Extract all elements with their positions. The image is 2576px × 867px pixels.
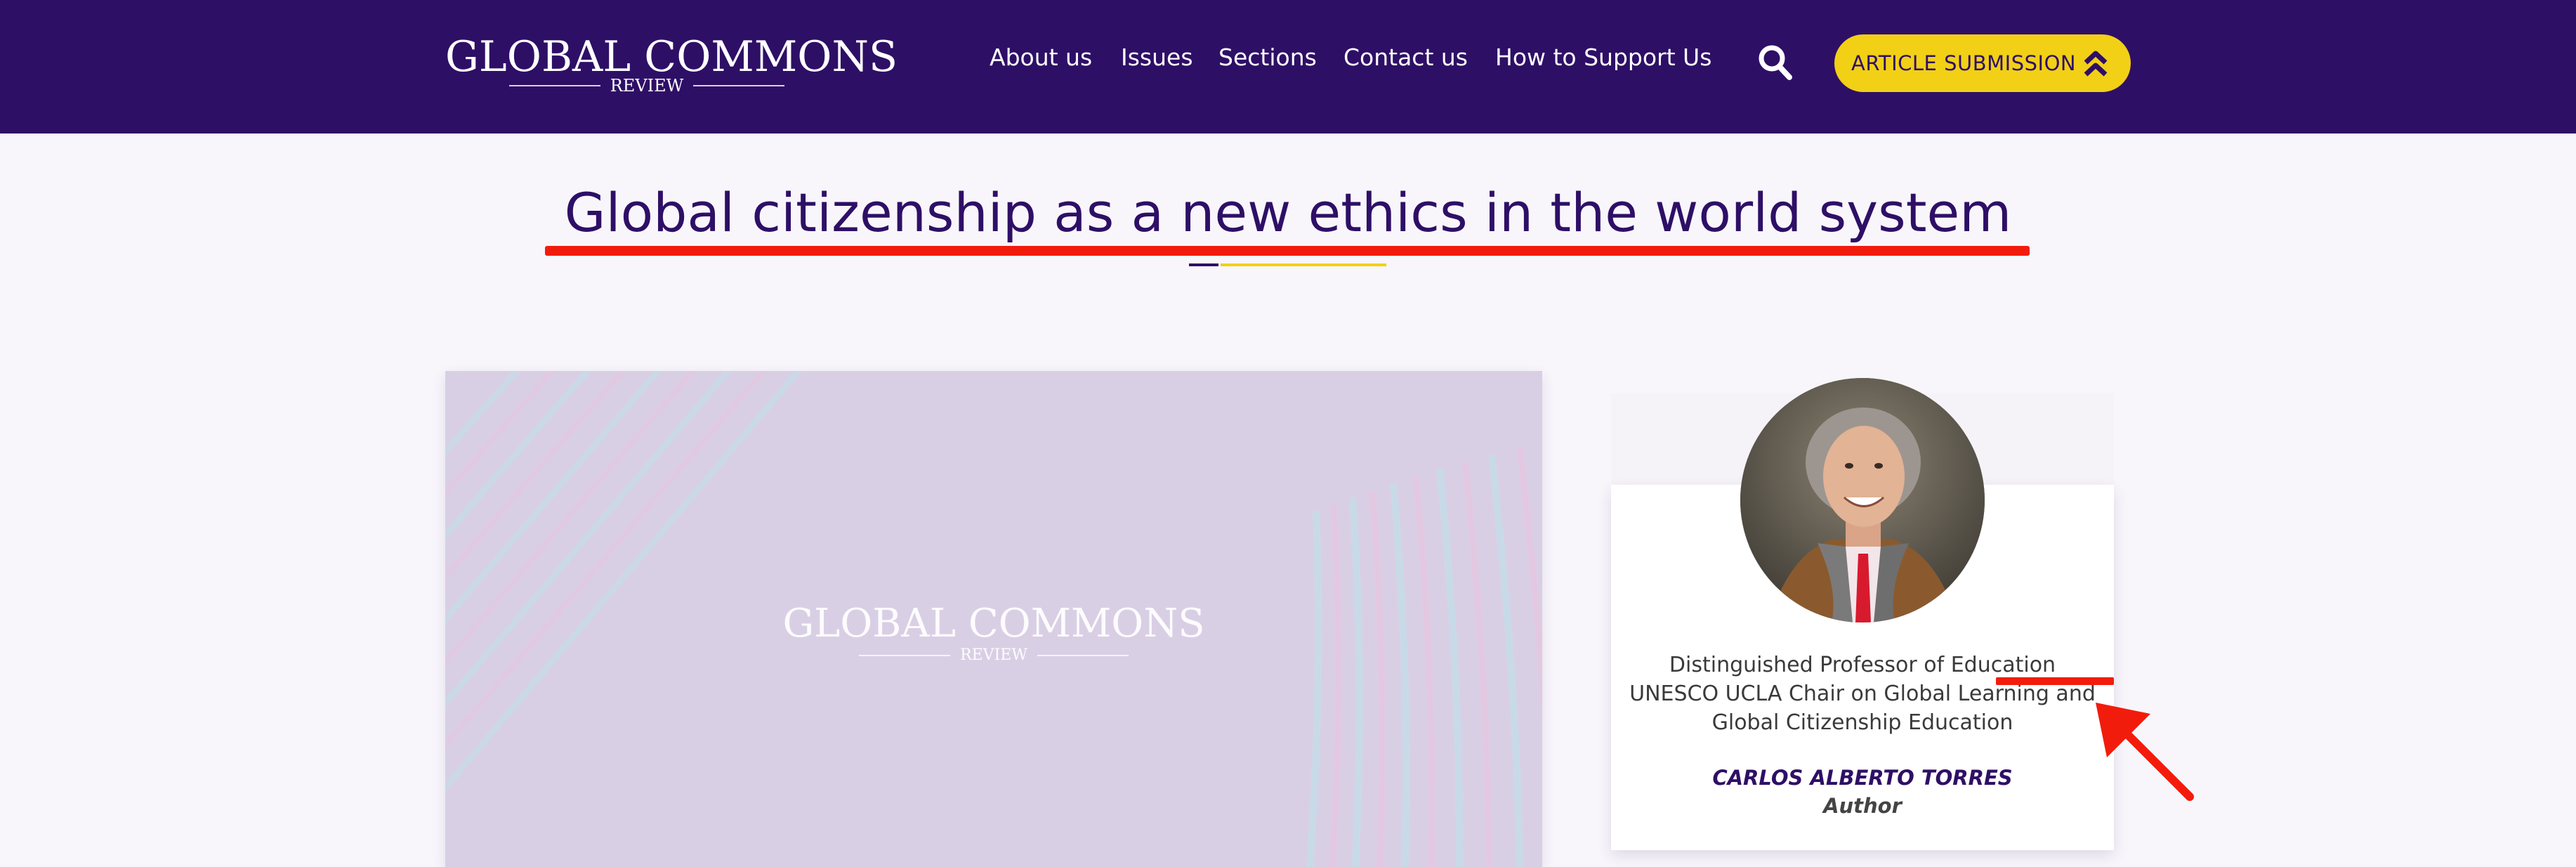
hero-logo-divider-left <box>859 654 951 656</box>
logo-wordmark: GLOBAL COMMONS <box>445 32 898 82</box>
annotation-title-underline <box>545 246 2030 256</box>
article-submission-label: ARTICLE SUBMISSION <box>1851 51 2077 75</box>
annotation-unesco-underline <box>1996 677 2114 685</box>
search-button[interactable] <box>1757 44 1794 82</box>
nav-how-to-support-us[interactable]: How to Support Us <box>1495 44 1711 71</box>
article-submission-button[interactable]: ARTICLE SUBMISSION <box>1834 34 2131 92</box>
nav-issues[interactable]: Issues <box>1121 44 1193 71</box>
hero-logo-wordmark: GLOBAL COMMONS <box>782 601 1205 646</box>
hero-logo: GLOBAL COMMONS REVIEW <box>445 601 1542 665</box>
search-icon <box>1759 45 1792 80</box>
site-header: GLOBAL COMMONS REVIEW About us Issues Se… <box>0 0 2576 133</box>
annotation-arrow-icon <box>2096 703 2194 801</box>
double-chevron-up-icon <box>2084 51 2108 77</box>
author-name[interactable]: CARLOS ALBERTO TORRES <box>1611 766 2114 790</box>
nav-about-us[interactable]: About us <box>990 44 1092 71</box>
author-portrait-image <box>1740 378 1985 622</box>
hero-logo-subtitle: REVIEW <box>960 646 1027 664</box>
article-title: Global citizenship as a new ethics in th… <box>564 181 2012 244</box>
title-divider-dark <box>1189 263 1218 266</box>
logo-divider-left <box>508 85 600 86</box>
author-description: Distinguished Professor of Education UNE… <box>1629 653 2096 735</box>
article-featured-image: GLOBAL COMMONS REVIEW <box>445 371 1542 867</box>
nav-sections[interactable]: Sections <box>1218 44 1317 71</box>
nav-contact-us[interactable]: Contact us <box>1343 44 1468 71</box>
logo-subtitle: REVIEW <box>610 76 684 96</box>
author-avatar[interactable] <box>1740 378 1985 622</box>
logo-divider-right <box>693 85 785 86</box>
site-logo[interactable]: GLOBAL COMMONS REVIEW <box>445 32 898 97</box>
author-role: Author <box>1823 794 1902 818</box>
title-divider-yellow <box>1221 263 1386 266</box>
hero-logo-divider-right <box>1037 654 1129 656</box>
hero-logo-subtitle-row: REVIEW <box>445 646 1542 664</box>
